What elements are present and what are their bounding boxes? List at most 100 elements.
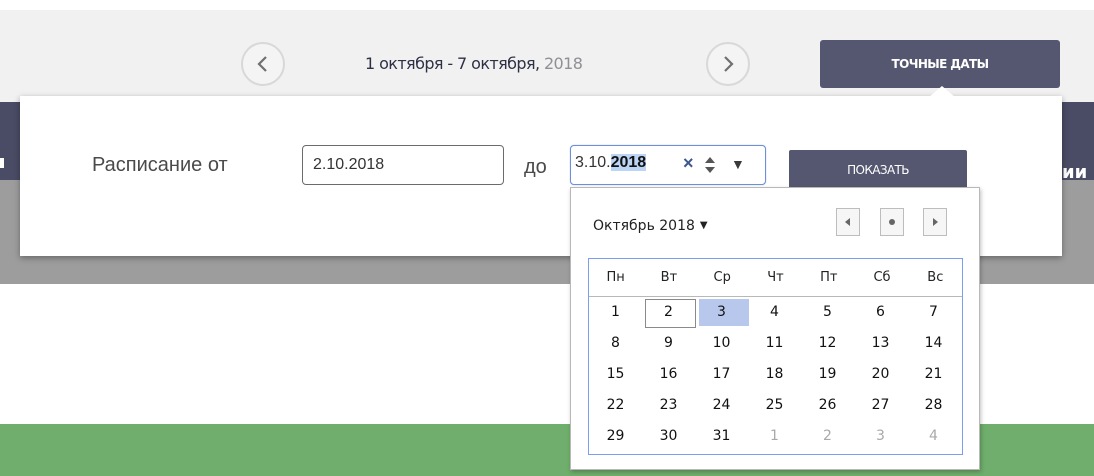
calendar-day[interactable]: 6 [854, 297, 907, 328]
calendar-week-row: 22 23 24 25 26 27 28 [589, 390, 962, 421]
calendar-day-number: 16 [659, 366, 678, 382]
calendar-day-number: 3 [876, 428, 885, 444]
calendar-day[interactable]: 9 [642, 328, 695, 359]
exact-dates-button[interactable]: ТОЧНЫЕ ДАТЫ [820, 40, 1060, 88]
chevron-left-icon [257, 56, 267, 72]
calendar-day[interactable]: 19 [801, 359, 854, 390]
date-to-input[interactable]: 3.10.2018 × ▼ [570, 145, 766, 185]
dot-icon [889, 219, 895, 225]
today-button[interactable] [880, 208, 904, 236]
calendar-day[interactable]: 10 [695, 328, 748, 359]
weekday-label: Вс [927, 270, 944, 285]
calendar-day[interactable]: 20 [854, 359, 907, 390]
month-select[interactable]: Октябрь 2018 ▼ [593, 218, 708, 234]
calendar-day-number: 11 [765, 335, 784, 351]
calendar-day-number: 25 [765, 397, 784, 413]
calendar-day-number: 31 [712, 428, 731, 444]
popup-pointer [928, 86, 956, 98]
calendar-day[interactable]: 3 [695, 297, 749, 328]
weekday-label: Пн [606, 270, 625, 285]
schedule-from-label: Расписание от [92, 154, 228, 176]
calendar-day-number: 12 [818, 335, 837, 351]
date-to-value: 3.10.2018 [575, 154, 647, 172]
calendar-day-number: 19 [818, 366, 837, 382]
calendar-day-number: 23 [659, 397, 678, 413]
calendar-day[interactable]: 4 [907, 421, 960, 452]
calendar-day[interactable]: 24 [695, 390, 748, 421]
calendar-day[interactable]: 1 [748, 421, 801, 452]
weekday-label: Сб [873, 270, 891, 285]
calendar-day[interactable]: 15 [589, 359, 642, 390]
clear-icon[interactable]: × [683, 153, 694, 174]
calendar-day[interactable]: 17 [695, 359, 748, 390]
partial-text-fragment [0, 158, 4, 168]
calendar-day-number: 29 [606, 428, 625, 444]
calendar-day[interactable]: 4 [748, 297, 801, 328]
weekday-label: Чт [767, 270, 784, 285]
calendar-day-number: 24 [712, 397, 731, 413]
calendar-day-number: 1 [611, 304, 620, 320]
calendar-day-number: 10 [712, 335, 731, 351]
calendar-day[interactable]: 31 [695, 421, 748, 452]
date-from-input[interactable]: 2.10.2018 [302, 145, 504, 185]
calendar-day[interactable]: 3 [854, 421, 907, 452]
calendar-day[interactable]: 2 [642, 297, 696, 328]
calendar-day[interactable]: 22 [589, 390, 642, 421]
calendar-day[interactable]: 8 [589, 328, 642, 359]
calendar-day[interactable]: 26 [801, 390, 854, 421]
calendar-day[interactable]: 23 [642, 390, 695, 421]
calendar-day-number: 14 [924, 335, 943, 351]
prev-month-button[interactable] [836, 208, 860, 236]
calendar-body: 1 2 3 4 5 6 7 8 9 10 11 12 13 14 15 16 17 18 19 20 21 22 23 24 2… [589, 297, 962, 452]
calendar-day-number: 3 [717, 304, 726, 320]
triangle-right-icon [933, 218, 938, 226]
calendar-day[interactable]: 14 [907, 328, 960, 359]
calendar-week-row: 1 2 3 4 5 6 7 [589, 297, 962, 328]
calendar-day[interactable]: 2 [801, 421, 854, 452]
calendar-day[interactable]: 28 [907, 390, 960, 421]
calendar-day[interactable]: 27 [854, 390, 907, 421]
calendar-week-row: 8 9 10 11 12 13 14 [589, 328, 962, 359]
calendar-week-row: 15 16 17 18 19 20 21 [589, 359, 962, 390]
calendar-day-number: 28 [924, 397, 943, 413]
week-range-label: 1 октября - 7 октября, 2018 [365, 54, 583, 73]
calendar-day-number: 15 [606, 366, 625, 382]
show-button[interactable]: ПОКАЗАТЬ [789, 150, 967, 190]
triangle-left-icon [845, 218, 850, 226]
spinner-icon[interactable] [704, 154, 716, 176]
calendar-day[interactable]: 25 [748, 390, 801, 421]
calendar-day[interactable]: 12 [801, 328, 854, 359]
next-month-button[interactable] [923, 208, 947, 236]
calendar-day[interactable]: 16 [642, 359, 695, 390]
calendar-day[interactable]: 5 [801, 297, 854, 328]
calendar-day-number: 7 [929, 304, 938, 320]
calendar-day[interactable]: 30 [642, 421, 695, 452]
calendar-day-number: 22 [606, 397, 625, 413]
date-from-value: 2.10.2018 [313, 156, 385, 173]
calendar-day[interactable]: 29 [589, 421, 642, 452]
week-range-text: 1 октября - 7 октября, [365, 54, 540, 73]
calendar-day[interactable]: 13 [854, 328, 907, 359]
dropdown-icon[interactable]: ▼ [731, 156, 745, 172]
calendar-day-number: 4 [929, 428, 938, 444]
calendar-day-number: 1 [770, 428, 779, 444]
calendar-day-number: 5 [823, 304, 832, 320]
calendar-day-number: 2 [823, 428, 832, 444]
prev-week-button[interactable] [241, 42, 285, 86]
date-to-value-selected: 2018 [610, 154, 647, 171]
calendar-day-number: 4 [770, 304, 779, 320]
calendar-day[interactable]: 21 [907, 359, 960, 390]
calendar-day-number: 21 [924, 366, 943, 382]
calendar-day-number: 17 [712, 366, 731, 382]
calendar-week-row: 29 30 31 1 2 3 4 [589, 421, 962, 452]
calendar-day-number: 8 [611, 335, 620, 351]
calendar-day-number: 30 [659, 428, 678, 444]
next-week-button[interactable] [706, 42, 750, 86]
calendar-day-number: 26 [818, 397, 837, 413]
weekday-label: Пт [820, 270, 838, 285]
calendar-day[interactable]: 11 [748, 328, 801, 359]
calendar-day[interactable]: 7 [907, 297, 960, 328]
calendar-day[interactable]: 18 [748, 359, 801, 390]
calendar-day[interactable]: 1 [589, 297, 642, 328]
date-to-value-prefix: 3.10. [575, 154, 611, 171]
